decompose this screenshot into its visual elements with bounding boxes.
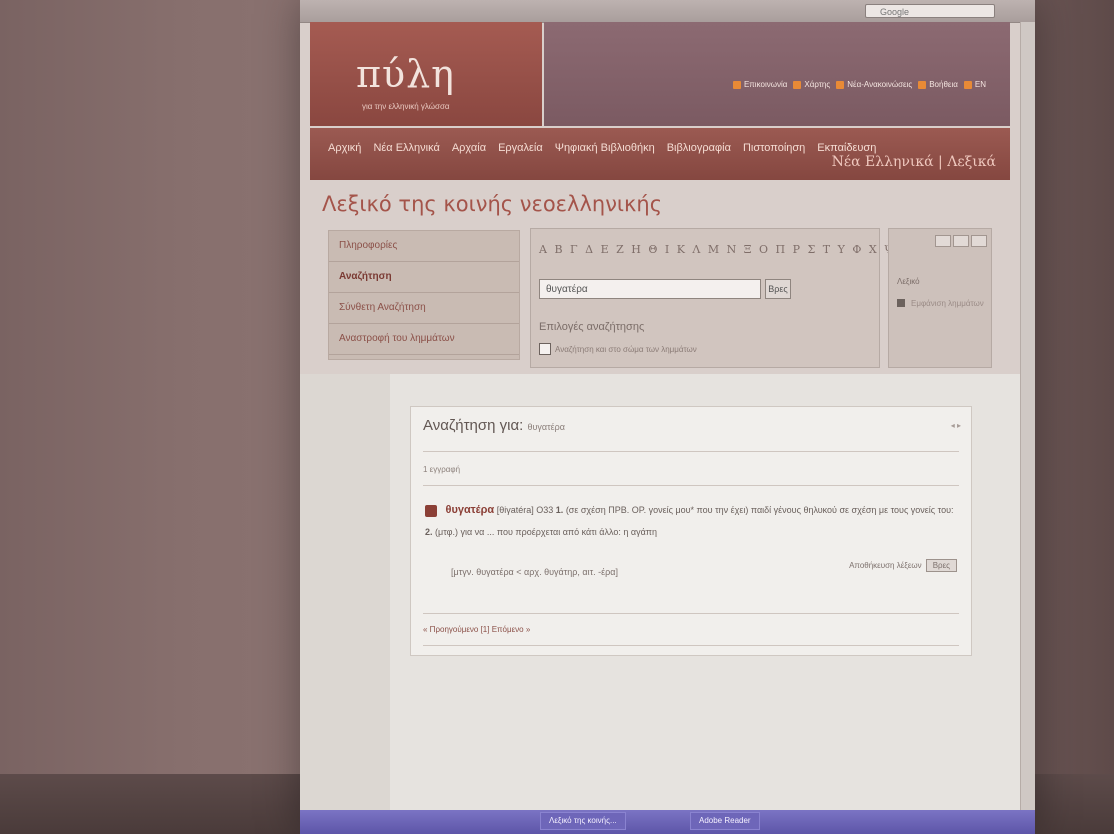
results-count: 1 εγγραφή: [423, 465, 461, 474]
divider: [423, 645, 959, 646]
book-icon: [425, 504, 437, 517]
sidebar-item-info[interactable]: Πληροφορίες: [329, 231, 519, 262]
top-link-map[interactable]: Χάρτης: [793, 80, 830, 89]
language-icon: [963, 80, 972, 89]
export-label: Αποθήκευση λέξεων: [849, 561, 922, 570]
dictionary-panel-title: Λεξικό: [897, 277, 920, 286]
entry-sense: (μτφ.) για να ... που προέρχεται από κάτ…: [435, 527, 657, 537]
results-title: Αναζήτηση για: θυγατέρα: [423, 417, 566, 434]
entry-sense-number: 2.: [425, 527, 433, 537]
header-banner: Επικοινωνία Χάρτης Νέα-Ανακοινώσεις Βοήθ…: [544, 22, 1010, 126]
results-box: Αναζήτηση για: θυγατέρα ◂ ▸ 1 εγγραφή θυ…: [410, 406, 972, 656]
content-margin: [300, 374, 390, 834]
results-term: θυγατέρα: [527, 422, 566, 432]
sidebar: Πληροφορίες Αναζήτηση Σύνθετη Αναζήτηση …: [328, 230, 520, 360]
news-icon: [836, 80, 845, 89]
content-area: Αναζήτηση για: θυγατέρα ◂ ▸ 1 εγγραφή θυ…: [300, 374, 1035, 834]
menu-item-home[interactable]: Αρχική: [328, 142, 361, 154]
sidebar-item-reverse-lookup[interactable]: Αναστροφή του λημμάτων: [329, 324, 519, 355]
maximize-icon[interactable]: [953, 235, 969, 247]
divider: [423, 451, 959, 452]
top-link-contact[interactable]: Επικοινωνία: [732, 80, 787, 89]
taskbar-item-reader[interactable]: Adobe Reader: [690, 812, 760, 830]
results-pagination[interactable]: « Προηγούμενο [1] Επόμενο »: [423, 625, 530, 634]
mail-icon: [732, 80, 741, 89]
search-body-checkbox[interactable]: [539, 343, 551, 355]
menu-item-bibliography[interactable]: Βιβλιογραφία: [667, 142, 731, 154]
top-links: Επικοινωνία Χάρτης Νέα-Ανακοινώσεις Βοήθ…: [732, 80, 986, 89]
alphabet-index[interactable]: Α Β Γ Δ Ε Ζ Η Θ Ι Κ Λ Μ Ν Ξ Ο Π Ρ Σ Τ Υ …: [539, 243, 912, 256]
search-option-row: Αναζήτηση και στο σώμα των λημμάτων: [539, 343, 697, 355]
logo-text: πύλη: [356, 52, 455, 96]
help-icon: [918, 80, 927, 89]
top-link-english[interactable]: EN: [963, 80, 986, 89]
browser-toolbar: Google: [300, 0, 1035, 23]
dictionary-panel-option: Εμφάνιση λημμάτων: [911, 299, 984, 308]
logo-subtitle: για την ελληνική γλώσσα: [362, 102, 450, 111]
main-menu: Αρχική Νέα Ελληνικά Αρχαία Εργαλεία Ψηφι…: [310, 128, 1010, 180]
menu-item-digital-library[interactable]: Ψηφιακή Βιβλιοθήκη: [555, 142, 655, 154]
search-options-title: Επιλογές αναζήτησης: [539, 321, 645, 333]
site-header: πύλη για την ελληνική γλώσσα Επικοινωνία…: [310, 22, 1010, 127]
entry-sense: (σε σχέση ΠΡΒ. ΟΡ. γονείς μου* που την έ…: [565, 505, 954, 515]
entry-pronunciation: [θiγatéra]: [496, 505, 534, 515]
export-button[interactable]: Βρες: [925, 559, 957, 572]
sidebar-item-search[interactable]: Αναζήτηση: [329, 262, 519, 293]
close-icon[interactable]: [971, 235, 987, 247]
panel-controls: [935, 235, 987, 247]
vertical-scrollbar[interactable]: [1020, 22, 1035, 810]
top-link-news[interactable]: Νέα-Ανακοινώσεις: [836, 80, 912, 89]
top-link-help[interactable]: Βοήθεια: [918, 80, 958, 89]
menu-item-tools[interactable]: Εργαλεία: [498, 142, 543, 154]
dictionary-entry: θυγατέρα [θiγatéra] Ο33 1. (σε σχέση ΠΡΒ…: [425, 499, 955, 543]
browser-search-input[interactable]: Google: [865, 4, 995, 18]
section-brand: Νέα Ελληνικά | Λεξικά: [831, 154, 996, 170]
menu-item-certification[interactable]: Πιστοποίηση: [743, 142, 805, 154]
wall-left: [0, 0, 300, 834]
taskbar: Λεξικό της κοινής... Adobe Reader: [300, 810, 1035, 834]
menu-item-ancient[interactable]: Αρχαία: [452, 142, 486, 154]
logo[interactable]: πύλη για την ελληνική γλώσσα: [310, 22, 542, 126]
dictionary-panel: Λεξικό Εμφάνιση λημμάτων: [888, 228, 992, 368]
entry-sense-number: 1.: [555, 505, 564, 515]
divider: [423, 485, 959, 486]
minimize-icon[interactable]: [935, 235, 951, 247]
entry-pos[interactable]: Ο33: [536, 505, 553, 515]
search-input[interactable]: [539, 279, 761, 299]
results-pager-icons[interactable]: ◂ ▸: [951, 421, 961, 430]
menu-item-education[interactable]: Εκπαίδευση: [817, 142, 876, 154]
radio-icon[interactable]: [897, 299, 905, 307]
sidebar-item-advanced-search[interactable]: Σύνθετη Αναζήτηση: [329, 293, 519, 324]
divider: [423, 613, 959, 614]
menu-item-modern-greek[interactable]: Νέα Ελληνικά: [373, 142, 439, 154]
entry-etymology: [μτγν. θυγατέρα < αρχ. θυγάτηρ, αιτ. -έρ…: [451, 567, 618, 577]
search-button[interactable]: Βρες: [765, 279, 791, 299]
wall-right: [1034, 0, 1114, 834]
search-body-label: Αναζήτηση και στο σώμα των λημμάτων: [555, 344, 697, 354]
taskbar-item-browser[interactable]: Λεξικό της κοινής...: [540, 812, 626, 830]
search-panel: Α Β Γ Δ Ε Ζ Η Θ Ι Κ Λ Μ Ν Ξ Ο Π Ρ Σ Τ Υ …: [530, 228, 910, 368]
entry-headword[interactable]: θυγατέρα: [446, 504, 495, 516]
map-icon: [793, 80, 802, 89]
export-row: Αποθήκευση λέξεων Βρες: [849, 559, 957, 572]
page-title: Λεξικό της κοινής νεοελληνικής: [322, 192, 663, 216]
projected-screen: Google πύλη για την ελληνική γλώσσα Επικ…: [300, 0, 1035, 834]
